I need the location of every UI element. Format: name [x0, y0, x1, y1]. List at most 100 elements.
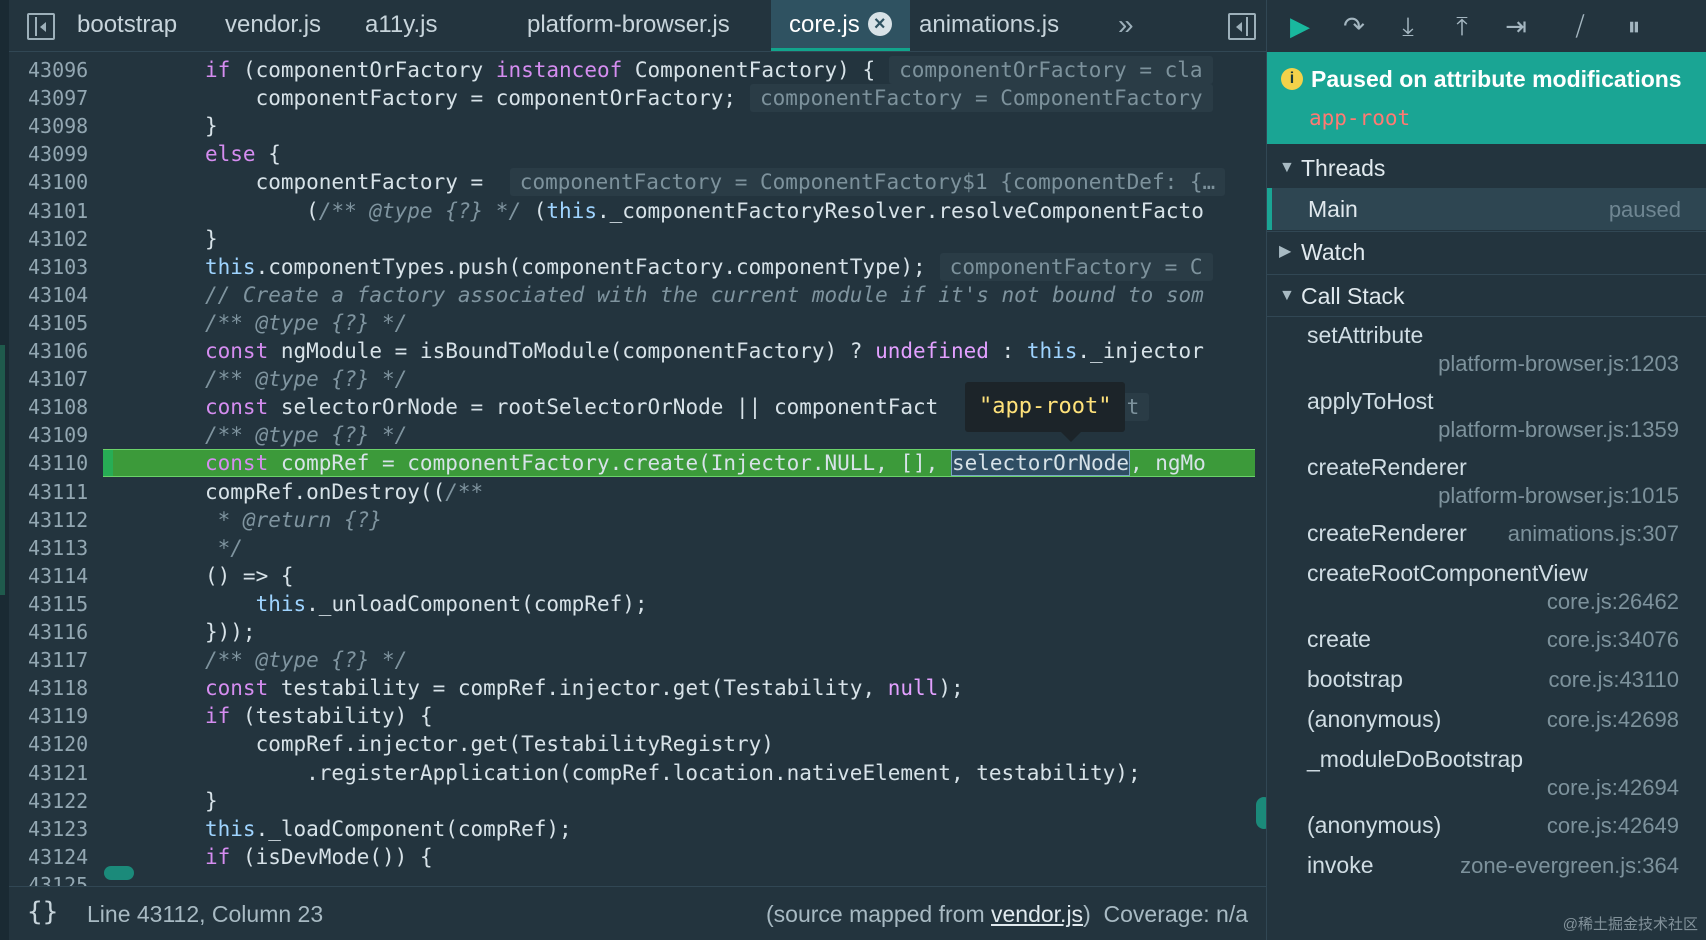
line-number[interactable]: 43114	[28, 562, 108, 590]
line-number[interactable]: 43120	[28, 730, 108, 758]
tab-platform-browser-js[interactable]: platform-browser.js	[527, 0, 730, 51]
code-line[interactable]: 43116}));	[9, 618, 1266, 646]
code-line[interactable]: 43124 if (isDevMode()) {	[9, 843, 1266, 871]
threads-section-header[interactable]: ▼ Threads	[1267, 148, 1706, 188]
line-number[interactable]: 43097	[28, 84, 108, 112]
more-tabs-icon[interactable]: »	[1118, 0, 1134, 51]
tab-a11y-js[interactable]: a11y.js	[365, 0, 437, 51]
toggle-sources-panel-icon[interactable]	[27, 13, 55, 40]
info-icon: i	[1281, 68, 1303, 90]
code-line[interactable]: 43097 componentFactory = componentOrFact…	[9, 84, 1266, 113]
line-number[interactable]: 43108	[28, 393, 108, 421]
line-number[interactable]: 43116	[28, 618, 108, 646]
line-number[interactable]: 43112	[28, 506, 108, 534]
frame-location: zone-evergreen.js:364	[1460, 853, 1679, 878]
line-number[interactable]: 43099	[28, 140, 108, 168]
code-line[interactable]: 43100 componentFactory = componentFactor…	[9, 168, 1266, 197]
horizontal-scrollbar-thumb[interactable]	[104, 866, 134, 880]
pause-on-exceptions-icon[interactable]: ⏸	[1617, 10, 1651, 42]
debugger-panel: ▶ ↷ ⤓ ⤒ ⇥ ⧸ ⏸ i Paused on attribute modi…	[1266, 0, 1706, 940]
line-number[interactable]: 43101	[28, 197, 108, 225]
code-line[interactable]: 43105 /** @type {?} */	[9, 309, 1266, 337]
line-number[interactable]: 43111	[28, 478, 108, 506]
line-number[interactable]: 43123	[28, 815, 108, 843]
coverage-label: Coverage: n/a	[1103, 901, 1248, 927]
tab-bootstrap[interactable]: bootstrap	[77, 0, 177, 51]
code-line[interactable]: 43114 () => {	[9, 562, 1266, 590]
deactivate-breakpoints-icon[interactable]: ⧸	[1563, 10, 1597, 42]
code-line[interactable]: 43111 compRef.onDestroy((/**	[9, 478, 1266, 506]
paused-banner: i Paused on attribute modifications app-…	[1267, 52, 1706, 144]
caret-down-icon: ▼	[1279, 287, 1295, 304]
code-line[interactable]: 43102}	[9, 225, 1266, 253]
line-number[interactable]: 43113	[28, 534, 108, 562]
frame-function-name: create	[1307, 626, 1371, 652]
tab-vendor-js[interactable]: vendor.js	[225, 0, 321, 51]
paused-target: app-root	[1309, 106, 1411, 130]
line-number[interactable]: 43115	[28, 590, 108, 618]
line-number[interactable]: 43109	[28, 421, 108, 449]
line-number[interactable]: 43125	[28, 871, 108, 886]
code-line[interactable]: 43113 */	[9, 534, 1266, 562]
line-code: * @return {?}	[205, 507, 383, 532]
line-number[interactable]: 43119	[28, 702, 108, 730]
tab-core-js[interactable]: core.js ×	[771, 0, 910, 51]
source-map-link[interactable]: vendor.js	[991, 901, 1083, 927]
code-line[interactable]: 43121 .registerApplication(compRef.locat…	[9, 759, 1266, 787]
code-line[interactable]: 43096 if (componentOrFactory instanceof C…	[9, 56, 1266, 84]
line-number[interactable]: 43098	[28, 112, 108, 140]
code-line[interactable]: 43106 const ngModule = isBoundToModule(co…	[9, 337, 1266, 365]
close-tab-icon[interactable]: ×	[867, 12, 892, 36]
line-number[interactable]: 43103	[28, 253, 108, 281]
code-line[interactable]: 43099 else {	[9, 140, 1266, 168]
line-number[interactable]: 43100	[28, 168, 108, 196]
vertical-scrollbar-thumb[interactable]	[1256, 797, 1266, 829]
current-code-line[interactable]: 43110 const compRef = componentFactory.cr…	[9, 449, 1266, 478]
code-line[interactable]: 43120 compRef.injector.get(TestabilityRe…	[9, 730, 1266, 758]
code-view[interactable]: 43096 if (componentOrFactory instanceof C…	[9, 52, 1266, 886]
code-line[interactable]: 43118 const testability = compRef.injecto…	[9, 674, 1266, 702]
code-line[interactable]: 43119 if (testability) {	[9, 702, 1266, 730]
line-code: this._loadComponent(compRef);	[205, 816, 572, 841]
thread-main[interactable]: Main paused	[1267, 188, 1706, 230]
code-line[interactable]: 43122}	[9, 787, 1266, 815]
callstack-section-header[interactable]: ▼ Call Stack	[1267, 276, 1706, 316]
line-number[interactable]: 43117	[28, 646, 108, 674]
line-number[interactable]: 43107	[28, 365, 108, 393]
frame-function-name: bootstrap	[1307, 666, 1403, 692]
frame-function-name: applyToHost	[1307, 388, 1434, 414]
code-line[interactable]: 43098}	[9, 112, 1266, 140]
code-line[interactable]: 43112 * @return {?}	[9, 506, 1266, 534]
code-line[interactable]: 43125	[9, 871, 1266, 886]
thread-name: Main	[1308, 196, 1358, 222]
line-number[interactable]: 43102	[28, 225, 108, 253]
code-line[interactable]: 43103 this.componentTypes.push(componentF…	[9, 252, 1266, 281]
line-number[interactable]: 43096	[28, 56, 108, 84]
code-line[interactable]: 43117 /** @type {?} */	[9, 646, 1266, 674]
line-number[interactable]: 43121	[28, 759, 108, 787]
line-number[interactable]: 43118	[28, 674, 108, 702]
frame-function-name: invoke	[1307, 852, 1374, 878]
divider	[1267, 316, 1706, 317]
frame-function-name: _moduleDoBootstrap	[1307, 746, 1524, 772]
step-out-icon[interactable]: ⤒	[1445, 10, 1479, 42]
toggle-debugger-panel-icon[interactable]	[1228, 13, 1256, 40]
line-number[interactable]: 43122	[28, 787, 108, 815]
code-line[interactable]: 43123 this._loadComponent(compRef);	[9, 815, 1266, 843]
code-line[interactable]: 43115 this._unloadComponent(compRef);	[9, 590, 1266, 618]
line-number[interactable]: 43104	[28, 281, 108, 309]
code-line[interactable]: 43101 (/** @type {?} */ (this._component…	[9, 197, 1266, 225]
step-icon[interactable]: ⇥	[1499, 10, 1533, 42]
step-in-icon[interactable]: ⤓	[1391, 10, 1425, 42]
code-line[interactable]: 43104 // Create a factory associated with…	[9, 281, 1266, 309]
line-number[interactable]: 43110	[28, 449, 108, 477]
line-number[interactable]: 43106	[28, 337, 108, 365]
line-number[interactable]: 43124	[28, 843, 108, 871]
step-over-icon[interactable]: ↷	[1337, 10, 1371, 42]
line-code: /** @type {?} */	[205, 310, 408, 335]
pretty-print-button[interactable]: {}	[27, 897, 58, 927]
line-number[interactable]: 43105	[28, 309, 108, 337]
watch-section-header[interactable]: ▶ Watch	[1267, 232, 1706, 272]
resume-icon[interactable]: ▶	[1283, 10, 1317, 42]
tab-animations-js[interactable]: animations.js	[919, 0, 1059, 51]
